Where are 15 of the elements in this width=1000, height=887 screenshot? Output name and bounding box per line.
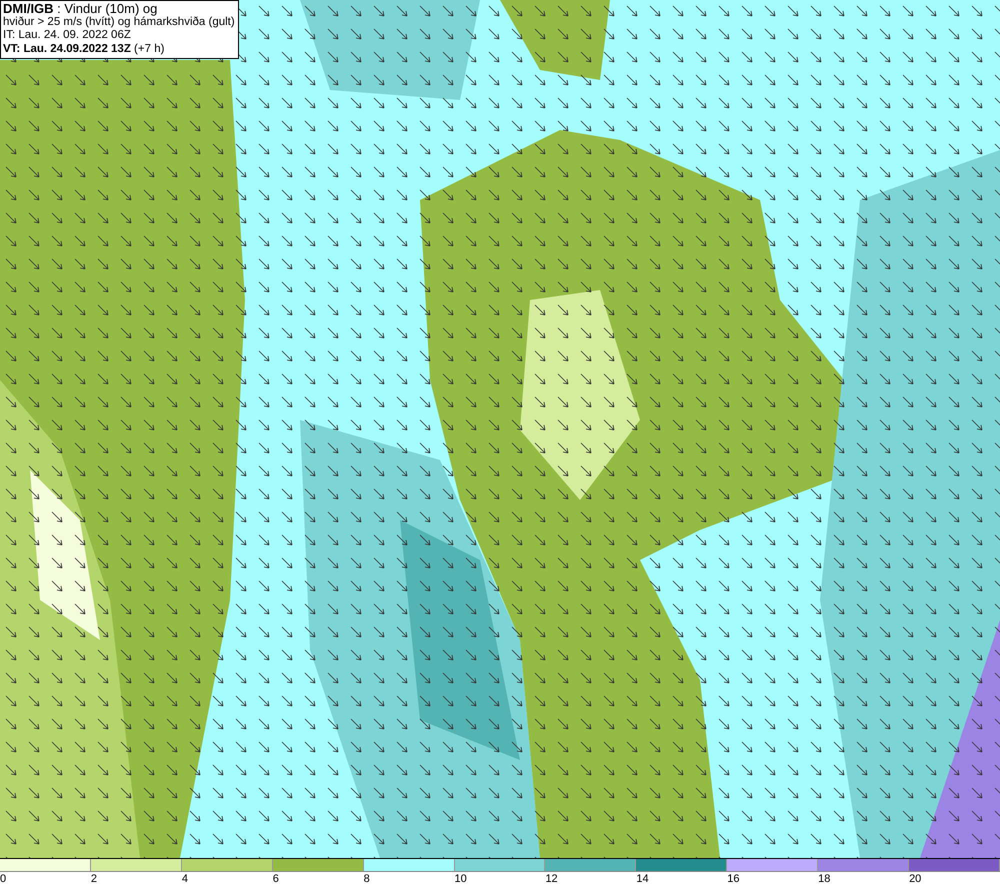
legend-label: 0 xyxy=(0,872,6,886)
info-text: DMI/IGB : Vindur (10m) og xyxy=(3,2,158,16)
legend-label: 12 xyxy=(545,872,558,886)
info-text: VT: Lau. 24.09.2022 13Z (+7 h) xyxy=(3,42,166,56)
legend-label: 2 xyxy=(90,872,98,886)
legend-label: 8 xyxy=(364,872,370,886)
legend-label: 16 xyxy=(727,872,740,886)
info-text: IT: Lau. 24. 09. 2022 06Z xyxy=(3,29,132,42)
legend-label: 4 xyxy=(182,872,188,886)
legend-label: 6 xyxy=(272,872,279,886)
info-text: hviður > 25 m/s (hvítt) og hámarkshviða (gult) xyxy=(3,16,235,29)
legend-label: 20 xyxy=(909,872,922,886)
legend-label: 18 xyxy=(818,872,830,886)
legend-label: 10 xyxy=(454,872,467,886)
legend-label: 14 xyxy=(636,872,649,886)
